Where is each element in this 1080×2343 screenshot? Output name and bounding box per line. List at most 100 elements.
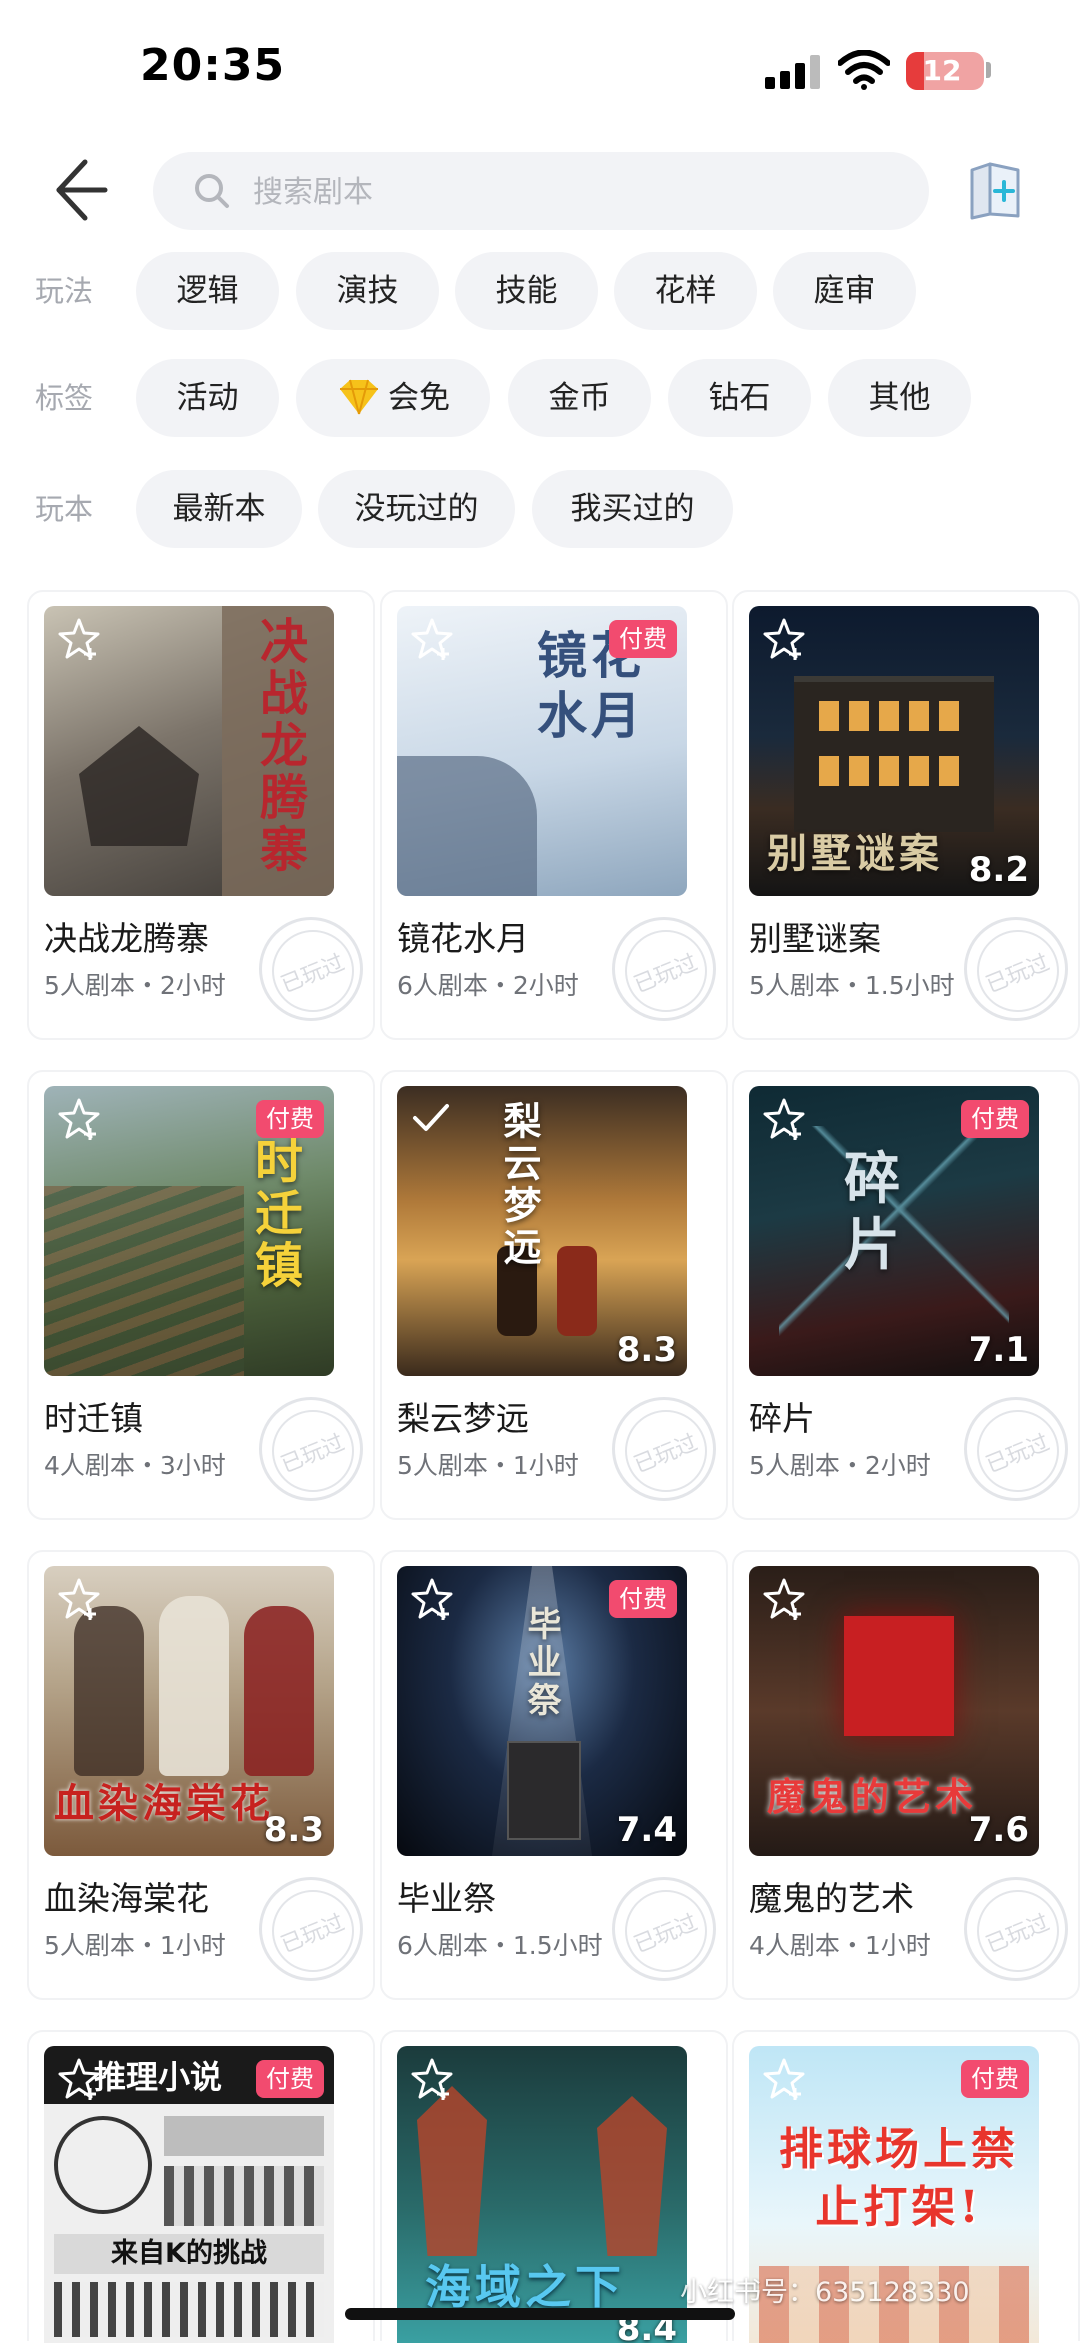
star-icon[interactable]: [759, 614, 809, 664]
filter-label: 玩本: [35, 492, 94, 526]
score: 8.3: [616, 1330, 677, 1370]
card-title: 碎片: [749, 1399, 815, 1438]
cover-image: 镜花水月 付费: [397, 606, 687, 896]
battery-icon: 12: [906, 52, 984, 90]
played-stamp: 已玩过: [964, 917, 1068, 1021]
star-icon[interactable]: [407, 1574, 457, 1624]
card-title: 血染海棠花: [44, 1879, 209, 1918]
cover-title: 血染海棠花: [54, 1780, 274, 1827]
chip-skill[interactable]: 技能: [455, 252, 598, 330]
played-stamp: 已玩过: [259, 917, 363, 1021]
script-card[interactable]: 碎片 付费 7.1 碎片 5人剧本・2小时 已玩过: [732, 1070, 1080, 1520]
cover-image: 别墅谜案 8.2: [749, 606, 1039, 896]
chip-logic[interactable]: 逻辑: [136, 252, 279, 330]
script-card[interactable]: 时迁镇 付费 时迁镇 4人剧本・3小时 已玩过: [27, 1070, 375, 1520]
paid-badge: 付费: [609, 620, 677, 658]
star-icon[interactable]: [759, 2054, 809, 2104]
chip-other[interactable]: 其他: [828, 359, 971, 437]
cover-title: 碎片: [844, 1146, 904, 1278]
star-icon[interactable]: [407, 2054, 457, 2104]
search-bar[interactable]: [153, 152, 929, 232]
card-meta: 5人剧本・1小时: [44, 1931, 226, 1960]
cover-title: 魔鬼的艺术: [767, 1774, 978, 1819]
cover-title: 来自K的挑战: [54, 2234, 324, 2274]
card-title: 决战龙腾寨: [44, 919, 209, 958]
diamond-icon: [340, 379, 378, 414]
home-indicator[interactable]: [345, 2308, 735, 2320]
played-stamp: 已玩过: [259, 1877, 363, 1981]
cover-image: 海域之下 8.4: [397, 2046, 687, 2343]
chip-coins[interactable]: 金币: [508, 359, 651, 437]
chip-fancy[interactable]: 花样: [614, 252, 757, 330]
card-meta: 4人剧本・1小时: [749, 1931, 931, 1960]
score: 8.3: [263, 1810, 324, 1850]
chip-member-free[interactable]: 会免: [296, 359, 490, 437]
cover-image: 推理小说 来自K的挑战 付费: [44, 2046, 334, 2343]
card-meta: 6人剧本・1.5小时: [397, 1931, 603, 1960]
chip-diamonds[interactable]: 钻石: [668, 359, 811, 437]
watermark: 小红书号：635128330: [680, 2277, 970, 2308]
paid-badge: 付费: [256, 1100, 324, 1138]
filter-row-play: 玩法 逻辑 演技 技能 花样 庭审: [0, 252, 1080, 330]
card-title: 镜花水月: [397, 919, 529, 958]
cover-image: 血染海棠花 8.3: [44, 1566, 334, 1856]
script-card[interactable]: 镜花水月 付费 镜花水月 6人剧本・2小时 已玩过: [380, 590, 728, 1040]
star-icon[interactable]: [759, 1574, 809, 1624]
battery-level: 12: [922, 54, 962, 87]
played-stamp: 已玩过: [259, 1397, 363, 1501]
cover-title: 决战龙腾寨: [251, 616, 307, 876]
score: 7.4: [616, 1810, 677, 1850]
script-card[interactable]: 血染海棠花 8.3 血染海棠花 5人剧本・1小时 已玩过: [27, 1550, 375, 2000]
played-stamp: 已玩过: [964, 1877, 1068, 1981]
score: 8.2: [968, 850, 1029, 890]
status-bar: 20:35 12: [0, 0, 1080, 140]
cover-image: 魔鬼的艺术 7.6: [749, 1566, 1039, 1856]
cover-image: 时迁镇 付费: [44, 1086, 334, 1376]
script-card[interactable]: 梨云梦远 8.3 梨云梦远 5人剧本・1小时 已玩过: [380, 1070, 728, 1520]
script-card[interactable]: 海域之下 8.4: [380, 2030, 728, 2343]
cover-image: 决战龙腾寨: [44, 606, 334, 896]
battery-cap: [986, 62, 991, 78]
card-title: 时迁镇: [44, 1399, 143, 1438]
card-title: 魔鬼的艺术: [749, 1879, 914, 1918]
star-icon[interactable]: [54, 1574, 104, 1624]
cover-title: 时迁镇: [246, 1136, 302, 1292]
star-icon[interactable]: [54, 2054, 104, 2104]
card-meta: 6人剧本・2小时: [397, 971, 579, 1000]
card-meta: 4人剧本・3小时: [44, 1451, 226, 1480]
search-icon: [195, 174, 229, 208]
cover-title: 排球场上禁止打架!: [779, 2124, 1019, 2233]
filter-row-scripts: 玩本 最新本 没玩过的 我买过的: [0, 470, 1080, 548]
search-input[interactable]: [251, 152, 855, 232]
filter-row-tags: 标签 活动 会免 金币 钻石 其他: [0, 359, 1080, 437]
script-card[interactable]: 魔鬼的艺术 7.6 魔鬼的艺术 4人剧本・1小时 已玩过: [732, 1550, 1080, 2000]
cover-title: 别墅谜案: [767, 830, 943, 877]
played-stamp: 已玩过: [612, 1397, 716, 1501]
cover-image: 梨云梦远 8.3: [397, 1086, 687, 1376]
chip-newest[interactable]: 最新本: [136, 470, 302, 548]
paid-badge: 付费: [256, 2060, 324, 2098]
chip-not-played[interactable]: 没玩过的: [318, 470, 515, 548]
chip-activity[interactable]: 活动: [136, 359, 279, 437]
script-card[interactable]: 别墅谜案 8.2 别墅谜案 5人剧本・1.5小时 已玩过: [732, 590, 1080, 1040]
script-card[interactable]: 毕业祭 付费 7.4 毕业祭 6人剧本・1.5小时 已玩过: [380, 1550, 728, 2000]
chip-court[interactable]: 庭审: [773, 252, 916, 330]
cover-title: 梨云梦远: [497, 1101, 542, 1269]
paid-badge: 付费: [609, 1580, 677, 1618]
chip-purchased[interactable]: 我买过的: [532, 470, 733, 548]
star-icon[interactable]: [54, 1094, 104, 1144]
script-card[interactable]: 决战龙腾寨 决战龙腾寨 5人剧本・2小时 已玩过: [27, 590, 375, 1040]
star-icon[interactable]: [759, 1094, 809, 1144]
star-icon[interactable]: [407, 614, 457, 664]
add-book-icon[interactable]: [966, 158, 1026, 222]
filter-label: 标签: [35, 381, 94, 415]
check-icon[interactable]: [409, 1098, 453, 1138]
script-card[interactable]: 推理小说 来自K的挑战 付费: [27, 2030, 375, 2343]
card-meta: 5人剧本・2小时: [44, 971, 226, 1000]
card-meta: 5人剧本・2小时: [749, 1451, 931, 1480]
chip-acting[interactable]: 演技: [296, 252, 439, 330]
cover-title: 毕业祭: [521, 1606, 561, 1720]
wifi-icon: [838, 50, 890, 90]
star-icon[interactable]: [54, 614, 104, 664]
back-arrow-icon[interactable]: [45, 150, 115, 230]
